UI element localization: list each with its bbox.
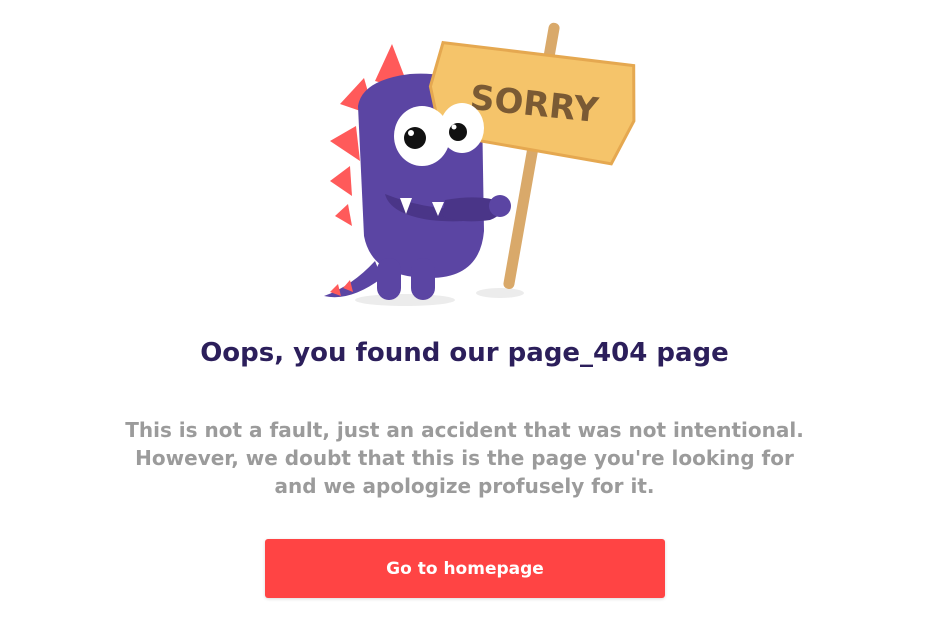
error-message-line: This is not a fault, just an accident th… [125, 418, 804, 442]
error-message-line: and we apologize profusely for it. [274, 474, 655, 498]
sorry-monster-illustration: SORRY [280, 16, 650, 316]
error-message-line: However, we doubt that this is the page … [135, 446, 794, 470]
monster-icon: SORRY [324, 22, 636, 306]
error-message: This is not a fault, just an accident th… [110, 416, 819, 500]
go-to-homepage-button[interactable]: Go to homepage [265, 539, 665, 598]
page-title: Oops, you found our page_404 page [200, 338, 729, 368]
